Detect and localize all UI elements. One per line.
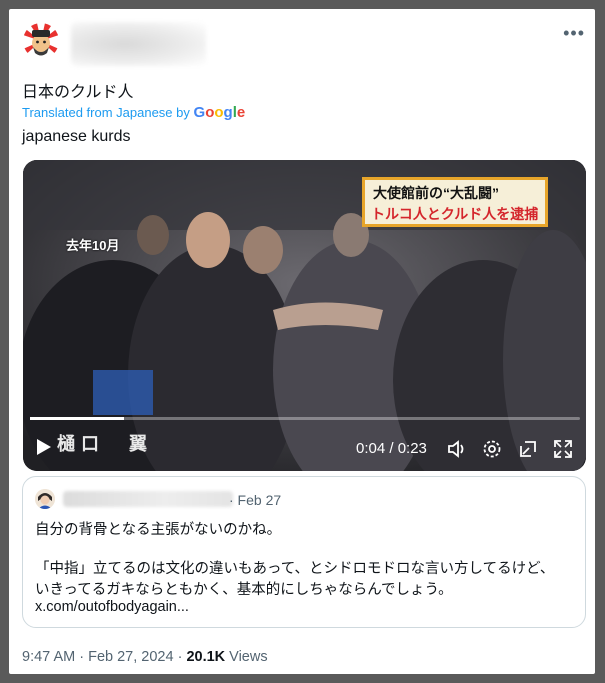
tweet-translated-text: japanese kurds bbox=[22, 128, 131, 145]
google-logo: Google bbox=[193, 104, 246, 121]
quoted-text-line1: 自分の背骨となる主張がないのかね。 bbox=[35, 522, 282, 538]
translation-attribution[interactable]: Translated from Japanese by Google bbox=[22, 104, 245, 121]
quoted-text-line2: 「中指」立てるのは文化の違いもあって、とシドロモドロな言い方してるけど、 bbox=[35, 561, 555, 577]
quoted-text-line3: いきってるガキならともかく、基本的にしちゃならんでしょう。 bbox=[35, 582, 453, 598]
settings-icon[interactable] bbox=[481, 438, 503, 460]
play-icon[interactable] bbox=[37, 439, 51, 455]
video-progress-fill bbox=[30, 417, 124, 420]
video-timecode: 0:04 / 0:23 bbox=[356, 440, 427, 457]
author-name-blurred[interactable] bbox=[71, 22, 206, 66]
quoted-date: · Feb 27 bbox=[229, 492, 282, 508]
tweet-card: ••• 日本のクルド人 Translated from Japanese by … bbox=[9, 9, 595, 674]
quoted-author-avatar[interactable] bbox=[35, 489, 55, 509]
views-count: 20.1K bbox=[186, 649, 226, 665]
views-label: Views bbox=[225, 649, 268, 665]
popout-icon[interactable] bbox=[517, 438, 539, 460]
tweet-original-text: 日本のクルド人 bbox=[22, 84, 134, 101]
news-banner-line2: トルコ人とクルド人を逮捕 bbox=[371, 206, 539, 222]
quoted-author-name-blurred[interactable] bbox=[63, 491, 233, 507]
quoted-tweet[interactable]: · Feb 27 自分の背骨となる主張がないのかね。 「中指」立てるのは文化の違… bbox=[22, 476, 586, 628]
tweet-footer: 9:47 AM · Feb 27, 2024 · 20.1K Views bbox=[22, 649, 268, 665]
fullscreen-icon[interactable] bbox=[552, 438, 574, 460]
video-date-overlay: 去年10月 bbox=[66, 238, 120, 253]
volume-icon[interactable] bbox=[446, 438, 468, 460]
news-banner-line1: 大使館前の“大乱闘” bbox=[373, 185, 499, 201]
tweet-timestamp[interactable]: 9:47 AM · Feb 27, 2024 · bbox=[22, 649, 186, 665]
video-progress-bar[interactable] bbox=[30, 417, 580, 420]
quoted-link[interactable]: x.com/outofbodyagain... bbox=[35, 599, 189, 615]
video-name-caption: 樋口 翼 bbox=[57, 434, 153, 454]
translated-prefix: Translated from Japanese by bbox=[22, 105, 190, 120]
more-horizontal-icon[interactable]: ••• bbox=[563, 23, 585, 44]
video-player[interactable]: 大使館前の“大乱闘” トルコ人とクルド人を逮捕 去年10月 樋口 翼 0:04 … bbox=[23, 160, 586, 471]
author-avatar[interactable] bbox=[23, 23, 59, 59]
news-banner: 大使館前の“大乱闘” トルコ人とクルド人を逮捕 bbox=[362, 177, 548, 227]
